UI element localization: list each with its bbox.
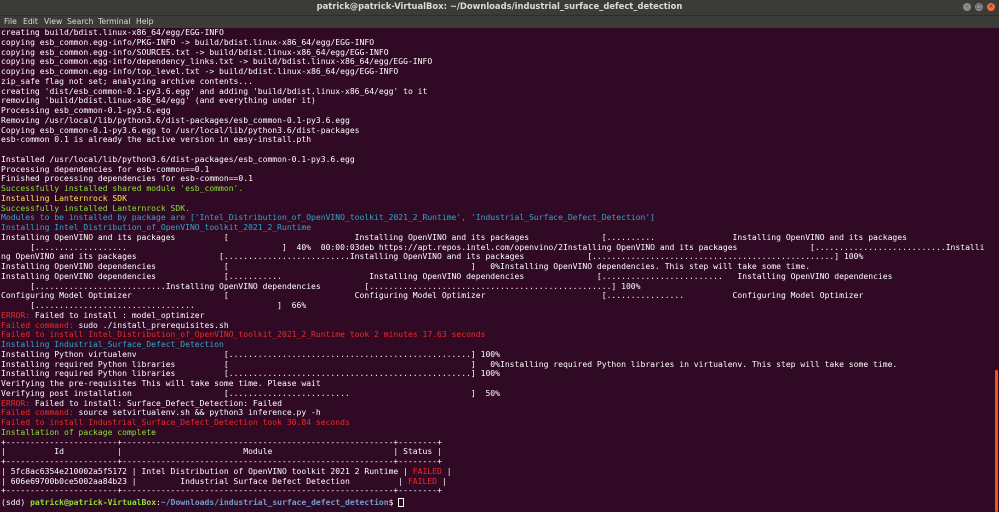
terminal-line: +-----------------------+---------------…: [1, 486, 442, 496]
shell-prompt[interactable]: (sdd) patrick@patrick-VirtualBox:~/Downl…: [1, 498, 405, 508]
terminal-line: Installing Lanternrock SDK: [1, 193, 127, 203]
menu-view[interactable]: View: [44, 17, 62, 26]
terminal-line: Failed command: sudo ./install_prerequis…: [1, 321, 229, 331]
error-detail: Failed to install: Surface_Defect_Detect…: [30, 398, 282, 408]
window-title: patrick@patrick-VirtualBox: ~/Downloads/…: [316, 1, 683, 11]
terminal-line: Installing Python virtualenv [..........…: [1, 349, 500, 359]
terminal-line: Installation of package complete: [1, 427, 157, 437]
terminal-line: Copying esb_common-0.1-py3.6.egg to /usr…: [1, 125, 360, 135]
terminal-line: Verifying post installation [...........…: [1, 388, 500, 398]
menu-search[interactable]: Search: [67, 17, 93, 26]
menu-terminal[interactable]: Terminal: [98, 17, 131, 26]
error-label: ERROR:: [1, 310, 31, 320]
maximize-button[interactable]: □: [975, 3, 983, 11]
terminal-line: copying esb_common.egg-info/SOURCES.txt …: [1, 47, 389, 57]
prompt-path: ~/Downloads/industrial_surface_defect_de…: [160, 498, 389, 507]
status-failed: FAILED: [412, 466, 442, 476]
terminal-line: +-----------------------+---------------…: [1, 437, 442, 447]
scrollbar[interactable]: [995, 370, 998, 512]
close-icon: ×: [988, 3, 994, 10]
terminal-line: creating 'dist/esb_common-0.1-py3.6.egg'…: [1, 86, 428, 96]
terminal-line: Failed to install Industrial_Surface_Def…: [1, 418, 350, 427]
terminal-line: Installed /usr/local/lib/python3.6/dist-…: [1, 154, 355, 164]
terminal-line: [...........................Installing O…: [1, 281, 641, 291]
terminal-line: Removing /usr/local/lib/python3.6/dist-p…: [1, 115, 350, 125]
terminal-line: Successfully installed Lanternrock SDK.: [1, 203, 190, 213]
terminal-line: [................................. ] 66%: [1, 301, 307, 310]
table-cells: | 606e69700b0ce5002aa84b23 | Industrial …: [1, 476, 408, 486]
maximize-icon: □: [976, 3, 982, 10]
terminal-line: Installing Intel_Distribution_of_OpenVIN…: [1, 223, 312, 232]
error-label: Failed command:: [1, 408, 74, 418]
prompt-user-host: patrick@patrick-VirtualBox: [30, 498, 157, 507]
close-button[interactable]: ×: [987, 3, 995, 11]
terminal-line: Configuring Model Optimizer [ Configurin…: [1, 291, 864, 301]
terminal-line: Installing OpenVINO dependencies [......…: [1, 271, 893, 281]
terminal-line: ERROR: Failed to install : model_optimiz…: [1, 311, 205, 321]
terminal-line: ng OpenVINO and its packages [..........…: [1, 252, 864, 262]
terminal-line: Installing required Python libraries [ ]…: [1, 359, 898, 369]
table-border: |: [437, 476, 447, 486]
terminal-line: Failed to install Intel_Distribution_of_…: [1, 330, 486, 340]
terminal-line: | 606e69700b0ce5002aa84b23 | Industrial …: [1, 477, 447, 487]
prompt-env: (sdd): [1, 498, 31, 507]
terminal-line: Installing Industrial_Surface_Defect_Det…: [1, 340, 224, 349]
terminal-line: | Id | Module | Status |: [1, 447, 442, 457]
terminal-line: ERROR: Failed to install: Surface_Defect…: [1, 399, 282, 409]
terminal-line: Finished processing dependencies for esb…: [1, 174, 253, 184]
terminal-line: copying esb_common.egg-info/top_level.tx…: [1, 67, 399, 76]
menu-file[interactable]: File: [4, 17, 17, 26]
terminal-line: Processing dependencies for esb-common==…: [1, 164, 210, 174]
terminal-line: Modules to be installed by package are […: [1, 213, 656, 223]
terminal-line: | 5fc8ac6354e210002a5f5172 | Intel Distr…: [1, 467, 452, 477]
cursor: [398, 498, 405, 507]
prompt-symbol: $: [388, 498, 399, 507]
terminal-output[interactable]: creating build/bdist.linux-x86_64/egg/EG…: [0, 28, 994, 512]
terminal-line: Verifying the pre-requisites This will t…: [1, 379, 321, 388]
error-detail: Failed to install : model_optimizer: [30, 310, 205, 320]
table-border: |: [441, 466, 452, 476]
status-failed: FAILED: [407, 476, 438, 486]
terminal-line: esb-common 0.1 is already the active ver…: [1, 135, 312, 145]
terminal-line: Installing required Python libraries [..…: [1, 369, 500, 379]
error-label: Failed command:: [1, 320, 74, 330]
minimize-icon: –: [965, 3, 969, 10]
menu-edit[interactable]: Edit: [23, 17, 38, 26]
error-detail: source setvirtualenv.sh && python3 infer…: [73, 408, 321, 418]
terminal-line: zip_safe flag not set; analyzing archive…: [1, 76, 253, 86]
terminal-line: [................... ] 40% 00:00:03deb h…: [1, 242, 985, 252]
terminal-line: copying esb_common.egg-info/PKG-INFO -> …: [1, 37, 375, 47]
terminal-line: Successfully installed shared module 'es…: [1, 184, 244, 193]
terminal-line: Installing OpenVINO dependencies [ ] 0%I…: [1, 262, 811, 271]
terminal-line: creating build/bdist.linux-x86_64/egg/EG…: [1, 28, 224, 37]
error-label: ERROR:: [1, 398, 31, 408]
terminal-line: Processing esb_common-0.1-py3.6.egg: [1, 106, 171, 115]
terminal-line: Installing OpenVINO and its packages [ I…: [1, 232, 907, 242]
error-detail: sudo ./install_prerequisites.sh: [73, 320, 229, 330]
table-cells: | 5fc8ac6354e210002a5f5172 | Intel Distr…: [1, 466, 413, 476]
menu-help[interactable]: Help: [136, 17, 154, 26]
window-titlebar[interactable]: patrick@patrick-VirtualBox: ~/Downloads/…: [0, 0, 999, 15]
minimize-button[interactable]: –: [963, 3, 971, 11]
terminal-line: Failed command: source setvirtualenv.sh …: [1, 408, 321, 418]
terminal-line: +-----------------------+---------------…: [1, 457, 442, 466]
menu-bar: File Edit View Search Terminal Help: [0, 15, 999, 28]
terminal-line: removing 'build/bdist.linux-x86_64/egg' …: [1, 96, 316, 106]
terminal-line: copying esb_common.egg-info/dependency_l…: [1, 57, 433, 67]
